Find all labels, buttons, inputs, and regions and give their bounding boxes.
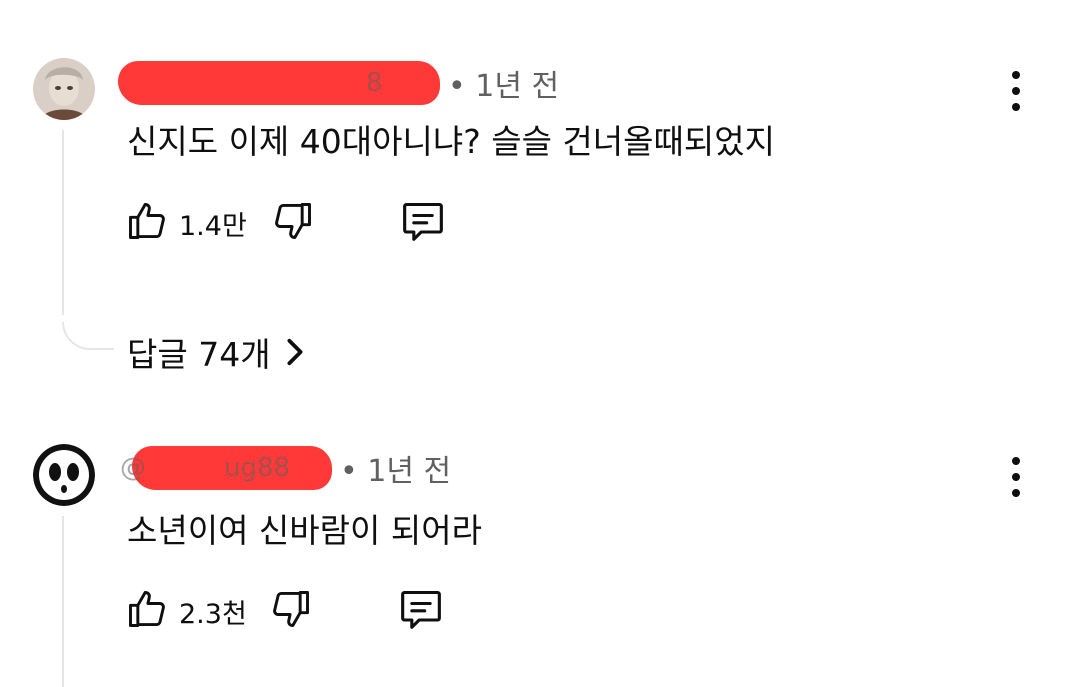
author-fragment: 8 [366,68,383,98]
like-button[interactable]: 1.4만 [125,199,247,247]
thread-line [62,516,64,687]
replies-label: 답글 74개 [127,335,271,374]
user-avatar[interactable] [33,58,95,120]
thread-line [62,130,64,315]
comment-header: @ ug88 • 1년 전 [118,446,451,490]
comment-text: 소년이여 신바람이 되어라 [127,511,482,550]
thumbs-down-icon [269,587,313,635]
comment-header: 8 • 1년 전 [118,61,559,105]
like-button[interactable]: 2.3천 [125,587,247,635]
comment-text: 신지도 이제 40대아니냐? 슬슬 건너올때되었지 [127,122,775,161]
comment-timestamp: • 1년 전 [448,69,560,104]
author-fragment: ug88 [224,453,291,483]
more-vert-icon[interactable] [1003,457,1029,497]
thumbs-up-icon [125,587,169,635]
reply-button[interactable] [399,199,447,247]
comment-icon [397,587,445,635]
redacted-author-name[interactable]: 8 [118,61,440,105]
like-count: 1.4만 [179,210,247,242]
dislike-button[interactable] [269,587,313,635]
dislike-button[interactable] [271,199,315,247]
reply-button[interactable] [397,587,445,635]
chevron-right-icon [285,337,305,367]
view-replies-button[interactable]: 답글 74개 [127,328,305,376]
redacted-author-name[interactable]: @ ug88 [120,446,332,490]
comment-icon [399,199,447,247]
comment-timestamp: • 1년 전 [340,454,452,489]
comment-actions: 2.3천 [125,586,445,636]
comment-actions: 1.4만 [125,198,447,248]
user-avatar[interactable] [33,444,95,506]
author-fragment: @ [120,453,146,483]
thumbs-down-icon [271,199,315,247]
like-count: 2.3천 [179,598,247,630]
more-vert-icon[interactable] [1003,71,1029,111]
thread-connector [62,322,114,350]
thumbs-up-icon [125,199,169,247]
